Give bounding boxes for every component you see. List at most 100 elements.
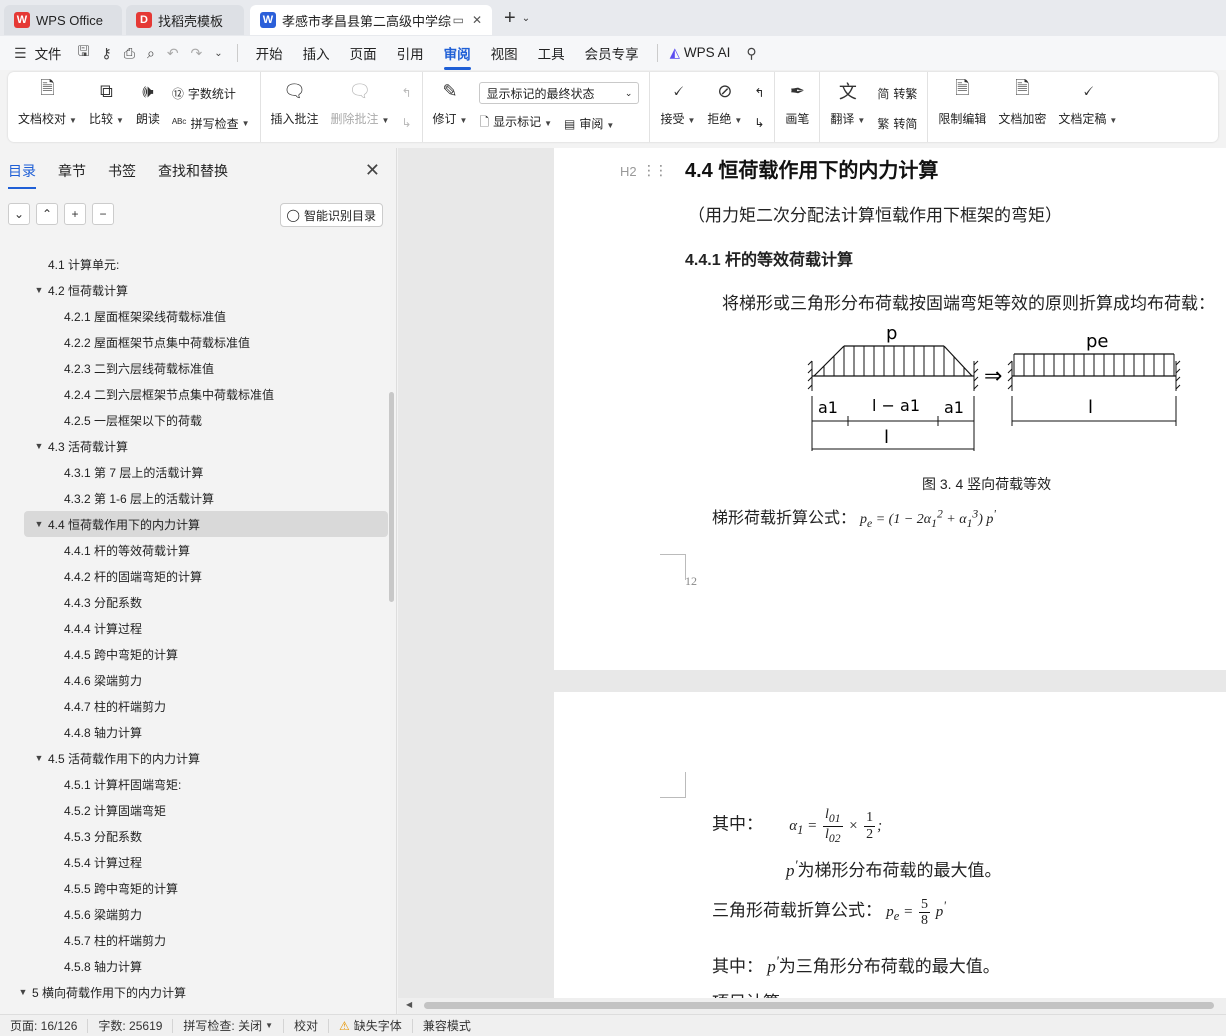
toc-item[interactable]: ▼ 4.5 活荷载作用下的内力计算 (0, 745, 388, 771)
next-comment-icon[interactable]: ↳ (401, 116, 411, 130)
spell-check-button[interactable]: ᴬᴮᶜ 拼写检查 ▼ (172, 115, 250, 132)
prev-change-icon[interactable]: ↰ (754, 86, 764, 100)
redo-icon[interactable]: ↷ (191, 45, 203, 62)
insert-comment-button[interactable]: 🗨 插入批注 (271, 78, 319, 127)
smart-toc-button[interactable]: ◯ 智能识别目录 (279, 203, 383, 227)
prev-comment-icon[interactable]: ↰ (401, 86, 411, 100)
toc-item[interactable]: ▼ 4.2 恒荷载计算 (0, 277, 388, 303)
translate-button[interactable]: 文 翻译 ▼ (830, 78, 865, 127)
read-aloud-button[interactable]: 🕪 朗读 (136, 78, 160, 127)
show-markup-button[interactable]: 🗋 显示标记 ▼ (479, 113, 552, 134)
page-indicator[interactable]: 页面: 16/126 (0, 1018, 89, 1033)
toc-item[interactable]: 4.4.5 跨中弯矩的计算 (0, 641, 388, 667)
proofread-button[interactable]: 🗎 文档校对 ▼ (18, 78, 77, 127)
expand-arrow-icon[interactable]: ▼ (16, 987, 30, 997)
menu-page[interactable]: 页面 (350, 43, 377, 63)
menu-view[interactable]: 视图 (491, 43, 518, 63)
horizontal-scrollbar[interactable]: ◀ (398, 998, 1226, 1014)
to-simplified-button[interactable]: 繁转简 (877, 115, 917, 132)
to-traditional-button[interactable]: 简转繁 (877, 85, 917, 102)
print-icon[interactable]: ⎙ (124, 45, 135, 62)
compare-button[interactable]: ⧉ 比较 ▼ (89, 78, 124, 127)
toc-item[interactable]: 4.5.6 梁端剪力 (0, 901, 388, 927)
toc-item[interactable]: 4.4.7 柱的杆端剪力 (0, 693, 388, 719)
encrypt-button[interactable]: 🗎 文档加密 (998, 78, 1046, 127)
toc-item[interactable]: 4.4.2 杆的固端弯矩的计算 (0, 563, 388, 589)
sidebar-scrollbar[interactable] (389, 392, 394, 602)
accept-button[interactable]: 🗸 接受 ▼ (660, 78, 695, 127)
tab-toc[interactable]: 目录 (8, 161, 36, 189)
markup-state-select[interactable]: 显示标记的最终状态 ⌄ (479, 82, 640, 105)
collapse-up-icon[interactable]: ⌃ (36, 203, 58, 225)
finalize-button[interactable]: 🗸 文档定稿 ▼ (1058, 78, 1117, 127)
toc-item[interactable]: ▼ 4.4 恒荷载作用下的内力计算 (24, 511, 388, 537)
menu-review[interactable]: 审阅 (443, 43, 471, 70)
toc-item[interactable]: 4.3.1 第 7 层上的活载计算 (0, 459, 388, 485)
monitor-icon[interactable]: ▭ (453, 13, 464, 27)
menu-file[interactable]: 文件 (35, 43, 62, 63)
close-icon[interactable]: ✕ (365, 160, 380, 181)
search-icon[interactable]: ⚲ (746, 45, 756, 62)
menu-references[interactable]: 引用 (397, 43, 424, 63)
toc-item[interactable]: 4.4.6 梁端剪力 (0, 667, 388, 693)
word-count-indicator[interactable]: 字数: 25619 (88, 1018, 174, 1033)
toc-item[interactable]: 4.5.4 计算过程 (0, 849, 388, 875)
word-count-button[interactable]: ⑫ 字数统计 (172, 85, 250, 102)
revise-button[interactable]: ✎ 修订 ▼ (433, 78, 468, 127)
new-tab-icon[interactable]: + (504, 7, 516, 30)
chevron-down-icon[interactable]: ⌄ (214, 48, 222, 59)
toc-item[interactable]: 4.5.3 分配系数 (0, 823, 388, 849)
review-pane-button[interactable]: ▤ 审阅 ▼ (564, 115, 614, 132)
remove-icon[interactable]: − (92, 203, 114, 225)
close-tab-icon[interactable]: ✕ (472, 13, 482, 27)
menu-home[interactable]: 开始 (256, 43, 283, 63)
print-preview-icon[interactable]: ⌕ (147, 45, 155, 62)
undo-icon[interactable]: ↶ (167, 45, 179, 62)
tab-bookmarks[interactable]: 书签 (108, 161, 136, 181)
save-icon[interactable]: 🖫 (78, 41, 90, 65)
expand-arrow-icon[interactable]: ▼ (32, 519, 46, 529)
tab-document[interactable]: W 孝感市孝昌县第二高级中学综 ▭ ✕ (250, 5, 492, 35)
scroll-left-icon[interactable]: ◀ (406, 1000, 412, 1009)
toc-item[interactable]: 4.5.7 柱的杆端剪力 (0, 927, 388, 953)
toc-item[interactable]: 4.5.5 跨中弯矩的计算 (0, 875, 388, 901)
expand-arrow-icon[interactable]: ▼ (32, 441, 46, 451)
toc-item[interactable]: 4.2.3 二到六层线荷载标准值 (0, 355, 388, 381)
tab-chapters[interactable]: 章节 (58, 161, 86, 181)
document-area[interactable]: H2 ⋮⋮ 4.4 恒荷载作用下的内力计算 （用力矩二次分配法计算恒载作用下框架… (398, 148, 1226, 998)
restrict-edit-button[interactable]: 🗎 限制编辑 (938, 78, 986, 127)
toc-item[interactable]: 4.4.8 轴力计算 (0, 719, 388, 745)
expand-down-icon[interactable]: ⌄ (8, 203, 30, 225)
toc-item[interactable]: 4.2.5 一层框架以下的荷载 (0, 407, 388, 433)
toc-item[interactable]: ▼ 4.3 活荷载计算 (0, 433, 388, 459)
add-icon[interactable]: + (64, 203, 86, 225)
toc-item[interactable]: 4.1 计算单元: (0, 251, 388, 277)
spell-check-toggle[interactable]: 拼写检查: 关闭 ▼ (173, 1018, 285, 1033)
toc-item[interactable]: 4.4.3 分配系数 (0, 589, 388, 615)
menu-wps-ai[interactable]: ◭ WPS AI (670, 45, 731, 61)
menu-insert[interactable]: 插入 (303, 43, 330, 63)
toc-item[interactable]: 4.3.2 第 1-6 层上的活载计算 (0, 485, 388, 511)
scrollbar-thumb[interactable] (424, 1002, 1214, 1009)
chevron-down-icon[interactable]: ⌄ (522, 13, 530, 24)
toc-item[interactable]: 4.4.4 计算过程 (0, 615, 388, 641)
pen-button[interactable]: ✒ 画笔 (785, 78, 809, 127)
toc-item[interactable]: 4.5.1 计算杆固端弯矩: (0, 771, 388, 797)
key-icon[interactable]: ⚷ (102, 45, 112, 62)
tab-wps-office[interactable]: W WPS Office (4, 5, 122, 35)
proof-button[interactable]: 校对 (284, 1018, 330, 1033)
missing-font-button[interactable]: ⚠ 缺失字体 (329, 1018, 413, 1033)
menu-member[interactable]: 会员专享 (585, 43, 639, 63)
tab-template[interactable]: D 找稻壳模板 (126, 5, 244, 35)
delete-comment-button[interactable]: 🗨 删除批注 ▼ (331, 78, 390, 127)
hamburger-icon[interactable]: ☰ (14, 45, 27, 62)
toc-item[interactable]: ▼ 5 横向荷载作用下的内力计算 (0, 979, 388, 1005)
tab-find-replace[interactable]: 查找和替换 (158, 161, 228, 181)
toc-item[interactable]: 4.5.2 计算固端弯矩 (0, 797, 388, 823)
expand-arrow-icon[interactable]: ▼ (32, 285, 46, 295)
expand-arrow-icon[interactable]: ▼ (32, 753, 46, 763)
next-change-icon[interactable]: ↳ (754, 116, 764, 130)
toc-item[interactable]: 4.4.1 杆的等效荷载计算 (0, 537, 388, 563)
toc-item[interactable]: 4.2.4 二到六层框架节点集中荷载标准值 (0, 381, 388, 407)
toc-item[interactable]: 4.2.2 屋面框架节点集中荷载标准值 (0, 329, 388, 355)
